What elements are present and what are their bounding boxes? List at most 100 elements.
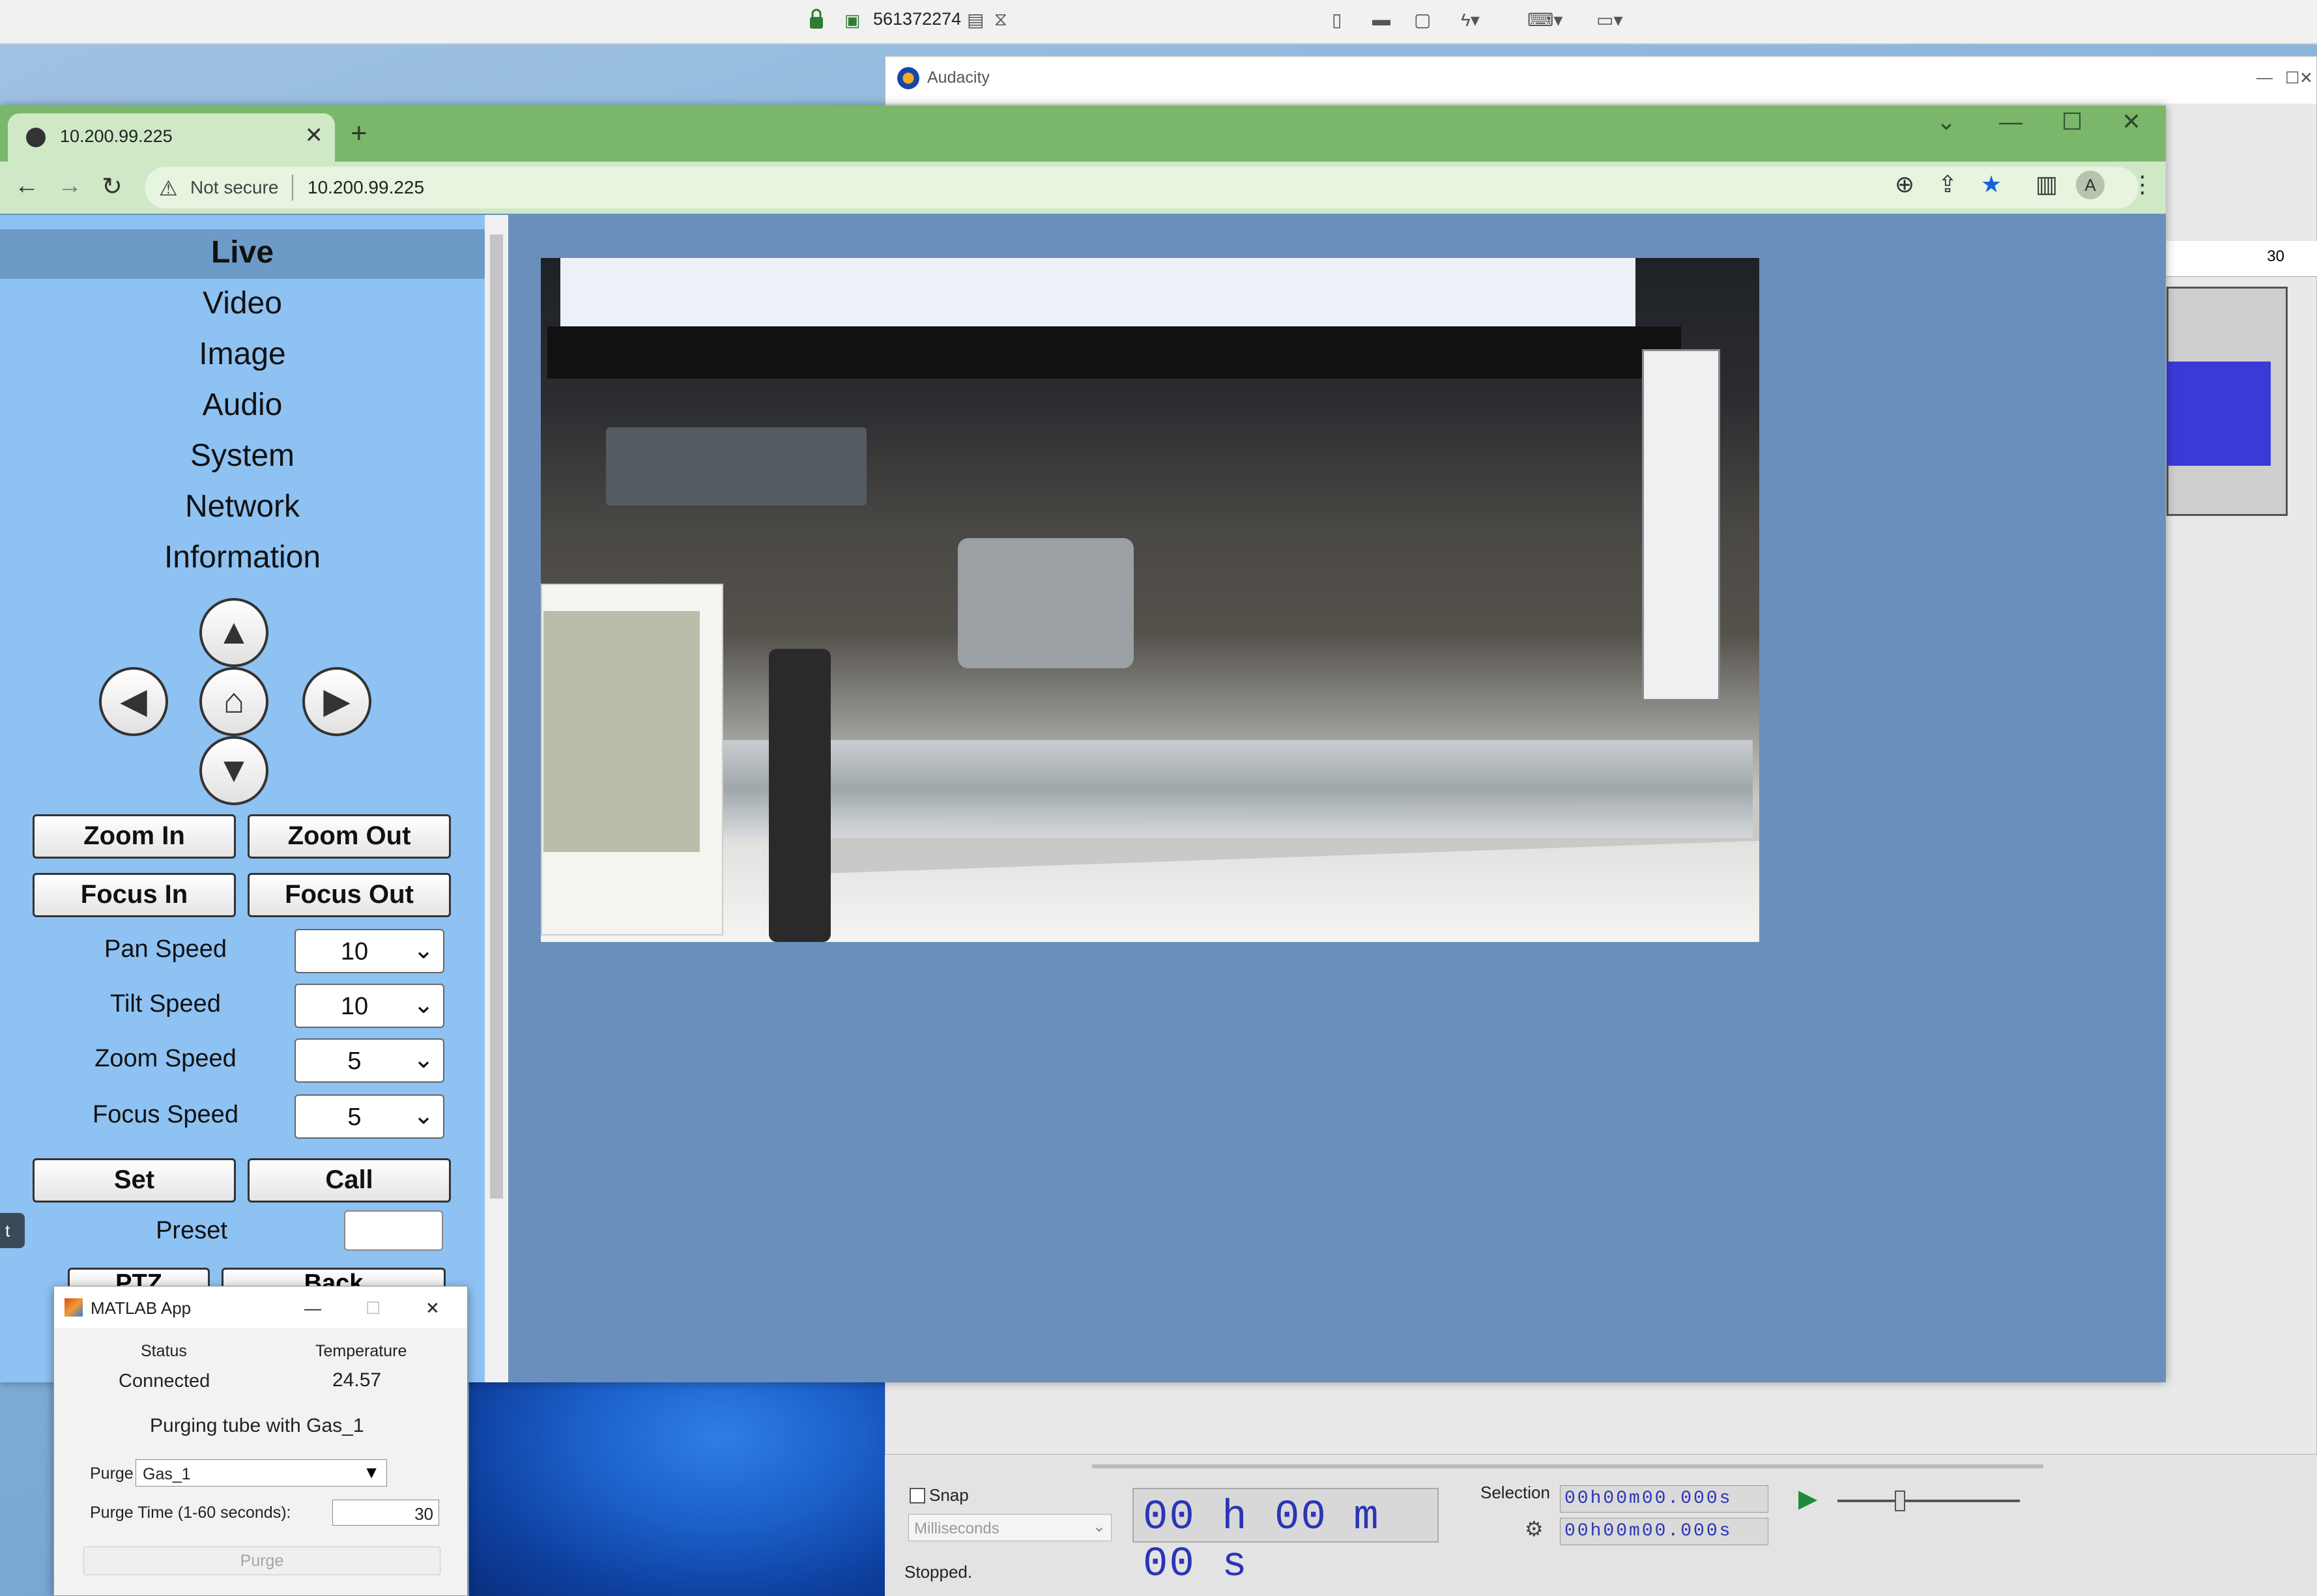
minimize-icon[interactable]: — [2256,68,2273,87]
page-scrollbar[interactable] [485,215,508,1382]
remote-desktop-toolbar: ▣ 561372274 ▤ ⧖ ▯ ▬ ▢ ϟ▾ ⌨▾ ▭▾ [0,0,2317,44]
tab-search-icon[interactable]: ⌄ [1936,108,1956,135]
warning-icon: ⚠ [159,177,178,200]
playback-speed-slider[interactable] [1837,1500,2020,1502]
selection-start-field[interactable]: 00h00m00.000s [1560,1485,1768,1513]
forward-icon[interactable]: → [57,172,82,200]
keyboard-icon[interactable]: ⌨▾ [1527,9,1562,31]
file-icon[interactable]: ▯ [1332,9,1342,31]
side-panel-icon[interactable]: ▥ [2036,171,2058,198]
preset-call-button[interactable]: Call [248,1158,451,1203]
side-tab[interactable]: t [0,1213,25,1248]
audacity-titlebar: Audacity — ☐ ✕ [885,57,2316,104]
home-button[interactable]: ⌂ [199,667,268,736]
video-flowmeter [1642,349,1720,701]
preset-set-button[interactable]: Set [33,1158,236,1203]
matlab-titlebar: MATLAB App — ☐ ✕ [54,1287,467,1328]
video-monitor-screen [560,258,1635,330]
window-close-icon[interactable]: ✕ [2122,108,2141,135]
display-icon[interactable]: ▭▾ [1596,9,1623,31]
matlab-logo-icon [65,1298,83,1317]
focus-speed-label: Focus Speed [93,1101,238,1128]
focus-speed-select[interactable]: 5 ⌄ [295,1094,444,1139]
chevron-down-icon: ⌄ [413,1046,434,1074]
chat-icon[interactable]: ▬ [1372,9,1390,30]
scrollbar-thumb[interactable] [490,235,503,1199]
tab-title: 10.200.99.225 [60,126,173,146]
snap-checkbox[interactable] [910,1488,925,1503]
purge-message: Purging tube with Gas_1 [150,1415,364,1436]
zoom-speed-label: Zoom Speed [94,1045,237,1072]
menu-information[interactable]: Information [0,539,485,575]
snap-units-dropdown[interactable]: Milliseconds ⌄ [908,1514,1112,1541]
slider-thumb[interactable] [1895,1490,1905,1511]
menu-audio[interactable]: Audio [0,387,485,423]
divider [292,175,293,201]
time-display[interactable]: 00 h 00 m 00 s [1132,1488,1439,1588]
zoom-icon[interactable]: ⊕ [1895,171,1914,198]
preset-input[interactable] [344,1210,443,1251]
pan-right-button[interactable]: ▶ [302,667,371,736]
tilt-up-button[interactable]: ▲ [199,598,268,667]
purge-time-field[interactable]: 30 [332,1500,439,1526]
menu-video[interactable]: Video [0,285,485,321]
purge-gas-dropdown[interactable]: Gas_1 ▼ [136,1459,387,1487]
matlab-title: MATLAB App [91,1298,192,1318]
snap-label: Snap [929,1485,969,1505]
horizontal-scrollbar[interactable] [1092,1464,2043,1468]
menu-system[interactable]: System [0,438,485,474]
settings-gear-icon[interactable]: ⚙ [1525,1517,1544,1541]
temperature-value: 24.57 [332,1369,382,1391]
pan-left-button[interactable]: ◀ [99,667,168,736]
back-icon[interactable]: ← [14,172,39,200]
bookmark-star-icon[interactable]: ★ [1981,171,2002,198]
window-maximize-icon[interactable]: ☐ [2062,108,2082,135]
zoom-out-button[interactable]: Zoom Out [248,814,451,859]
minimize-icon[interactable]: — [304,1298,321,1318]
video-mini-pc [958,538,1134,668]
tilt-speed-value: 10 [340,993,369,1020]
screen-icon[interactable]: ▢ [1414,9,1431,31]
selection-end-field[interactable]: 00h00m00.000s [1560,1518,1768,1545]
reload-icon[interactable]: ↻ [102,172,122,201]
menu-kebab-icon[interactable]: ⋮ [2131,171,2154,198]
tab-close-icon[interactable]: ✕ [305,122,324,149]
menu-live[interactable]: Live [0,235,485,270]
address-bar[interactable]: ⚠ Not secure 10.200.99.225 [145,167,2138,208]
timeline-ruler[interactable]: 30 [2166,241,2317,277]
profile-avatar[interactable]: A [2076,171,2105,199]
play-icon[interactable]: ▶ [1798,1484,1817,1513]
maximize-icon[interactable]: ☐ [2285,68,2299,88]
ruler-tick: 30 [2267,248,2284,265]
tilt-speed-select[interactable]: 10 ⌄ [295,984,444,1028]
focus-out-button[interactable]: Focus Out [248,873,451,917]
focus-in-button[interactable]: Focus In [33,873,236,917]
video-network-switch [606,427,867,506]
clipboard-icon[interactable]: ▤ [967,9,984,31]
zoom-speed-value: 5 [347,1047,362,1075]
close-icon[interactable]: ✕ [425,1298,440,1318]
audacity-title: Audacity [927,68,990,87]
close-icon[interactable]: ✕ [2299,68,2313,88]
purge-gas-value: Gas_1 [143,1465,191,1483]
zoom-speed-select[interactable]: 5 ⌄ [295,1038,444,1083]
menu-network[interactable]: Network [0,489,485,524]
share-icon[interactable]: ⇪ [1938,171,1957,198]
maximize-icon[interactable]: ☐ [366,1298,381,1318]
new-tab-button[interactable]: + [351,117,367,150]
browser-tab[interactable]: 10.200.99.225 ✕ [8,113,335,162]
status-label: Status [141,1342,187,1360]
lightning-icon[interactable]: ϟ▾ [1461,9,1480,31]
window-minimize-icon[interactable]: — [1999,108,2022,135]
selection-label: Selection [1480,1483,1550,1502]
temperature-label: Temperature [315,1342,407,1360]
zoom-in-button[interactable]: Zoom In [33,814,236,859]
tilt-down-button[interactable]: ▼ [199,736,268,805]
menu-image[interactable]: Image [0,336,485,372]
status-bar-text: Stopped. [904,1562,973,1582]
audacity-logo-icon [897,67,919,89]
purge-button[interactable]: Purge [83,1546,440,1575]
status-value: Connected [119,1371,210,1391]
live-video-feed[interactable] [541,258,1759,942]
pan-speed-select[interactable]: 10 ⌄ [295,929,444,973]
